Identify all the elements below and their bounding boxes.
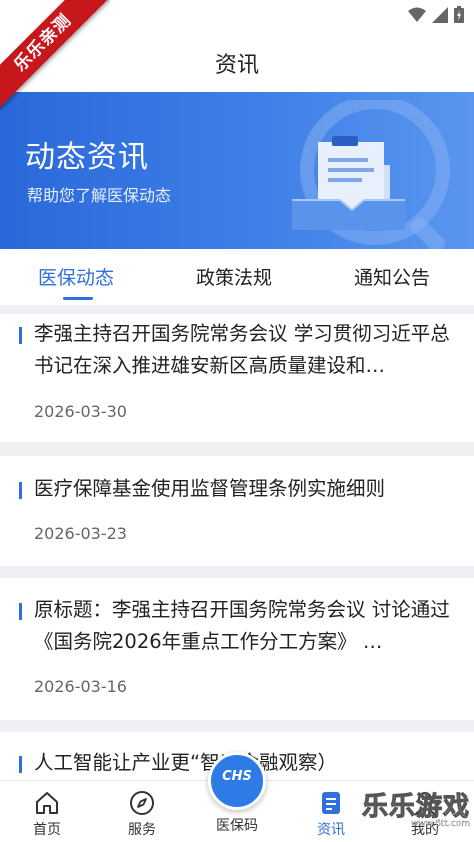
- news-item[interactable]: 李强主持召开国务院常务会议 学习贯彻习近平总书记在深入推进雄安新区高质量建设和……: [0, 314, 474, 442]
- watermark-logo-text: 乐乐游戏: [361, 792, 470, 823]
- tab-bar: 医保动态 政策法规 通知公告: [0, 249, 474, 305]
- news-item[interactable]: 医疗保障基金使用监督管理条例实施细则 2026-03-23: [0, 456, 474, 566]
- watermark-ribbon-text: 乐乐亲测: [0, 0, 110, 110]
- battery-icon: [454, 6, 464, 23]
- home-icon: [36, 792, 58, 814]
- nav-home[interactable]: 首页: [7, 781, 87, 842]
- nav-chs-code-label: 医保码: [216, 818, 258, 834]
- news-accent-bar: [19, 603, 22, 620]
- news-date: 2026-03-16: [34, 677, 127, 696]
- nav-news-label: 资讯: [317, 822, 345, 838]
- tab-policies-regulations[interactable]: 政策法规: [196, 263, 272, 290]
- watermark-ribbon: 乐乐亲测: [0, 0, 110, 110]
- news-title: 原标题：李强主持召开国务院常务会议 讨论通过《国务院2026年重点工作分工方案》…: [34, 598, 450, 653]
- banner-title: 动态资讯: [25, 140, 149, 175]
- status-icons: [408, 6, 464, 23]
- news-title: 李强主持召开国务院常务会议 学习贯彻习近平总书记在深入推进雄安新区高质量建设和…: [34, 322, 450, 377]
- nav-services[interactable]: 服务: [102, 781, 182, 842]
- banner: 动态资讯 帮助您了解医保动态: [0, 92, 474, 249]
- chs-code-icon: CHS: [222, 769, 252, 784]
- compass-icon: [130, 791, 154, 815]
- nav-news[interactable]: 资讯: [291, 781, 371, 842]
- news-illustration-icon: [292, 100, 450, 249]
- news-date: 2026-03-30: [34, 402, 127, 421]
- news-accent-bar: [19, 327, 22, 344]
- active-tab-indicator: [63, 297, 93, 300]
- signal-icon: [432, 6, 448, 23]
- chs-code-button[interactable]: CHS: [208, 752, 266, 810]
- nav-services-label: 服务: [128, 822, 156, 838]
- news-icon: [322, 792, 340, 814]
- watermark-logo: 乐乐游戏 www.6tt.com: [361, 786, 470, 830]
- tab-medical-insurance-news[interactable]: 医保动态: [38, 263, 114, 290]
- wifi-icon: [408, 7, 426, 22]
- banner-subtitle: 帮助您了解医保动态: [27, 186, 172, 205]
- news-accent-bar: [19, 482, 22, 499]
- nav-home-label: 首页: [33, 822, 61, 838]
- news-title: 医疗保障基金使用监督管理条例实施细则: [34, 477, 386, 500]
- tab-notices[interactable]: 通知公告: [354, 263, 430, 290]
- news-item[interactable]: 原标题：李强主持召开国务院常务会议 讨论通过《国务院2026年重点工作分工方案》…: [0, 578, 474, 720]
- news-accent-bar: [19, 756, 22, 773]
- news-date: 2026-03-23: [34, 524, 127, 543]
